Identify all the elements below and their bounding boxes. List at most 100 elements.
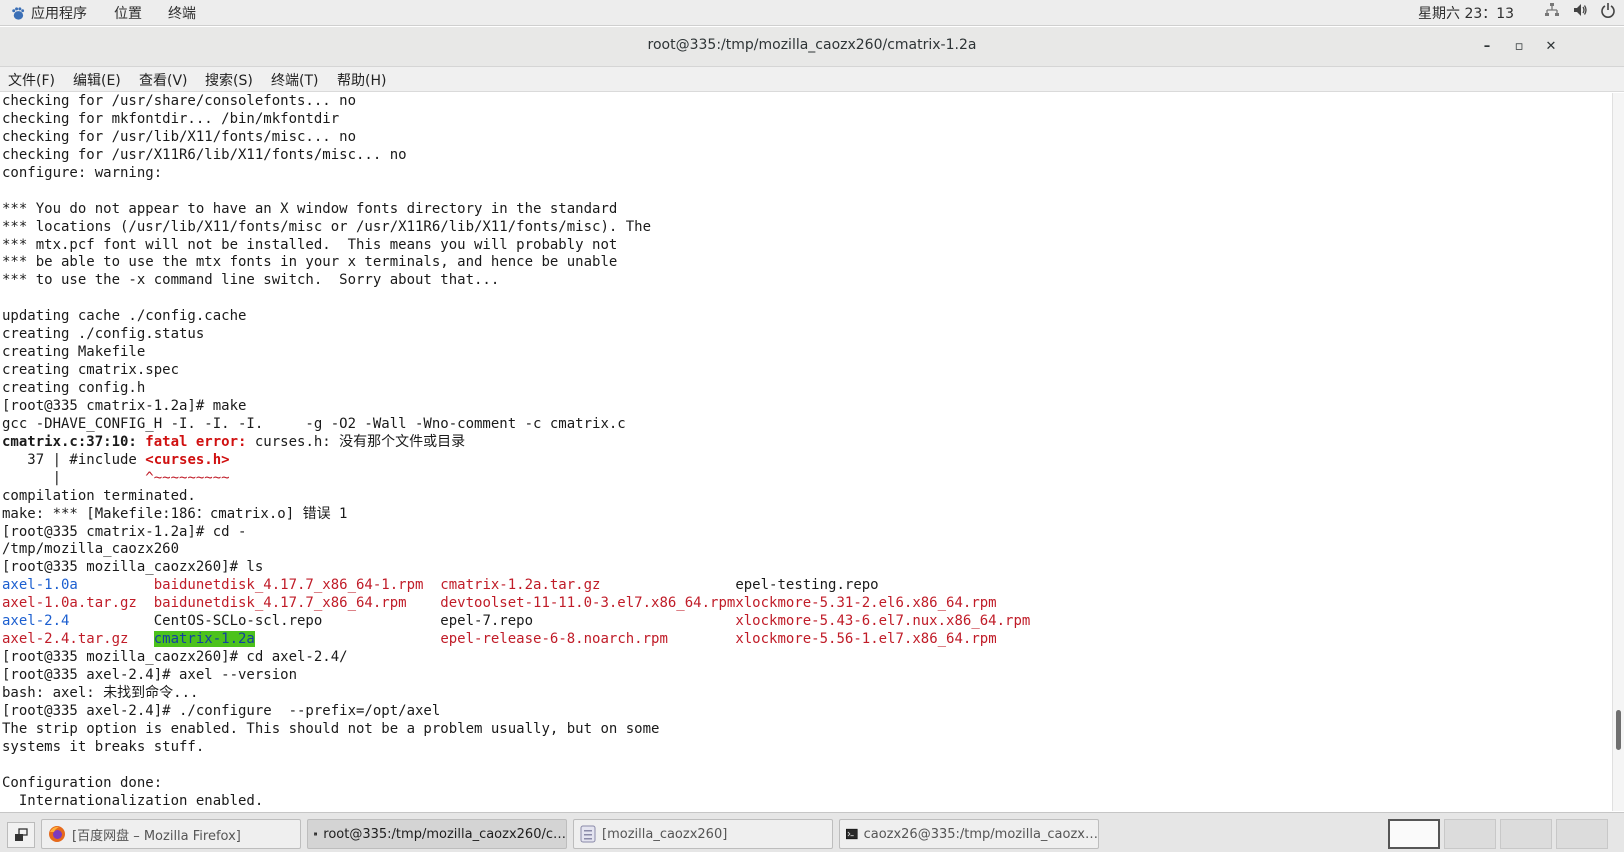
terminal-line: *** You do not appear to have an X windo… <box>2 201 617 217</box>
terminal-scrollbar[interactable] <box>1612 93 1624 811</box>
window-title: root@335:/tmp/mozilla_caozx260/cmatrix-1… <box>647 37 977 53</box>
terminal-segment: creating ./config.status <box>2 326 205 343</box>
terminal-line: gcc -DHAVE_CONFIG_H -I. -I. -I. -g -O2 -… <box>2 416 626 432</box>
network-icon <box>1545 3 1559 16</box>
task-label: root@335:/tmp/mozilla_caozx260/c… <box>323 826 566 842</box>
terminal-line: make: *** [Makefile:186：cmatrix.o] 错误 1 <box>2 506 347 522</box>
terminal-segment: checking for /usr/X11R6/lib/X11/fonts/mi… <box>2 146 407 163</box>
workspace-2[interactable] <box>1444 819 1496 849</box>
terminal-segment: /tmp/mozilla_caozx260 <box>2 541 180 558</box>
menu-terminal[interactable]: 终端(T) <box>271 70 318 90</box>
terminal-line: | ^~~~~~~~~~ <box>2 470 230 486</box>
terminal-app-menu[interactable]: 终端 <box>168 3 196 23</box>
firefox-icon <box>49 826 65 842</box>
task-file-manager[interactable]: [mozilla_caozx260] <box>573 819 833 849</box>
terminal-segment: epel-7.repo <box>440 613 736 630</box>
scrollbar-thumb[interactable] <box>1616 710 1621 750</box>
menu-view[interactable]: 查看(V) <box>139 70 188 90</box>
terminal-line: 37 | #include <curses.h> <box>2 451 230 468</box>
terminal-line: configure: warning: <box>2 165 162 181</box>
terminal-segment: epel-release-6-8.noarch.rpm <box>440 631 736 648</box>
terminal-segment: compilation terminated. <box>2 487 196 504</box>
terminal-segment: xlockmore-5.56-1.el7.x86_64.rpm <box>735 631 997 648</box>
terminal-segment: gcc -DHAVE_CONFIG_H -I. -I. -I. -g -O2 -… <box>2 415 626 432</box>
terminal-line: axel-1.0a.tar.gz baidunetdisk_4.17.7_x86… <box>2 595 997 611</box>
menubar: 文件(F) 编辑(E) 查看(V) 搜索(S) 终端(T) 帮助(H) <box>0 67 1624 92</box>
terminal-line: /tmp/mozilla_caozx260 <box>2 541 179 557</box>
terminal-segment: [root@335 axel-2.4]# ./configure --prefi… <box>2 702 441 719</box>
terminal-segment: xlockmore-5.43-6.el7.nux.x86_64.rpm <box>735 613 1031 630</box>
system-tray[interactable] <box>1544 2 1616 18</box>
terminal-line: creating Makefile <box>2 344 145 360</box>
terminal-segment: curses.h: 没有那个文件或目录 <box>246 433 466 450</box>
terminal-line: *** locations (/usr/lib/X11/fonts/misc o… <box>2 219 651 235</box>
task-firefox[interactable]: [百度网盘 – Mozilla Firefox] <box>41 819 301 849</box>
terminal-segment: fatal error: <box>145 433 247 450</box>
task-label: [百度网盘 – Mozilla Firefox] <box>72 828 241 844</box>
terminal-line: compilation terminated. <box>2 488 196 504</box>
terminal-segment: epel-testing.repo <box>735 577 879 594</box>
terminal-segment: Internationalization enabled. <box>2 792 264 809</box>
task-terminal-user[interactable]: caozx26@335:/tmp/mozilla_caozx… <box>839 819 1099 849</box>
close-button[interactable]: ✕ <box>1540 36 1562 58</box>
terminal-line: Internationalization enabled. <box>2 793 263 809</box>
gnome-foot-icon <box>12 6 25 20</box>
terminal-segment: updating cache ./config.cache <box>2 308 247 325</box>
workspace-3[interactable] <box>1500 819 1552 849</box>
terminal-line: [root@335 cmatrix-1.2a]# make <box>2 398 246 414</box>
terminal-segment: systems it breaks stuff. <box>2 738 205 755</box>
menu-help[interactable]: 帮助(H) <box>337 70 386 90</box>
terminal-segment: | <box>2 469 146 486</box>
terminal-segment: creating Makefile <box>2 344 146 361</box>
terminal-line: bash: axel: 未找到命令... <box>2 685 198 701</box>
terminal-segment: checking for /usr/share/consolefonts... … <box>2 93 357 109</box>
menu-edit[interactable]: 编辑(E) <box>73 70 121 90</box>
terminal-segment: CentOS-SCLo-scl.repo <box>153 613 441 630</box>
terminal-segment: [root@335 mozilla_caozx260]# ls <box>2 559 264 576</box>
terminal-output[interactable]: checking for /usr/share/consolefonts... … <box>0 93 1612 811</box>
places-menu[interactable]: 位置 <box>114 3 142 23</box>
terminal-segment: 37 | #include <box>2 451 146 468</box>
terminal-segment: baidunetdisk_4.17.7_x86_64-1.rpm <box>153 577 441 594</box>
terminal-segment: cmatrix-1.2a.tar.gz <box>440 577 736 594</box>
power-icon <box>1601 3 1615 18</box>
terminal-segment: [root@335 cmatrix-1.2a]# cd - <box>2 523 247 540</box>
terminal-line: checking for mkfontdir... /bin/mkfontdir <box>2 111 339 127</box>
workspace-4[interactable] <box>1556 819 1608 849</box>
terminal-segment: *** to use the -x command line switch. S… <box>2 272 500 289</box>
task-label: [mozilla_caozx260] <box>602 826 728 842</box>
terminal-line: [root@335 mozilla_caozx260]# cd axel-2.4… <box>2 649 348 665</box>
applications-menu[interactable]: 应用程序 <box>10 3 87 23</box>
maximize-button[interactable]: ▫ <box>1508 36 1530 58</box>
terminal-segment: cmatrix-1.2a <box>153 631 255 648</box>
terminal-line: *** be able to use the mtx fonts in your… <box>2 254 617 270</box>
terminal-segment: Configuration done: <box>2 774 163 791</box>
show-desktop-icon <box>15 828 28 841</box>
show-desktop-button[interactable] <box>7 822 35 848</box>
terminal-segment: <curses.h> <box>145 451 230 468</box>
terminal-line: creating ./config.status <box>2 326 204 342</box>
terminal-segment: creating config.h <box>2 380 146 396</box>
terminal-segment: checking for mkfontdir... /bin/mkfontdir <box>2 110 340 127</box>
window-titlebar[interactable]: root@335:/tmp/mozilla_caozx260/cmatrix-1… <box>0 27 1624 67</box>
terminal-line: creating cmatrix.spec <box>2 362 179 378</box>
terminal-line: systems it breaks stuff. <box>2 739 204 755</box>
volume-icon <box>1574 4 1587 16</box>
terminal-line: *** mtx.pcf font will not be installed. … <box>2 237 617 253</box>
menu-search[interactable]: 搜索(S) <box>205 70 253 90</box>
terminal-text: checking for /usr/share/consolefonts... … <box>0 93 1612 811</box>
task-terminal-root[interactable]: root@335:/tmp/mozilla_caozx260/c… <box>307 819 567 849</box>
terminal-line: creating config.h <box>2 380 145 396</box>
clock[interactable]: 星期六 23：13 <box>1418 3 1514 23</box>
terminal-segment <box>255 631 440 647</box>
taskbar: [百度网盘 – Mozilla Firefox] root@335:/tmp/m… <box>0 812 1624 852</box>
terminal-segment: bash: axel: 未找到命令... <box>2 684 199 701</box>
terminal-segment: The strip option is enabled. This should… <box>2 720 660 737</box>
menu-file[interactable]: 文件(F) <box>8 70 55 90</box>
terminal-line: checking for /usr/share/consolefonts... … <box>2 93 356 109</box>
applications-menu-label: 应用程序 <box>31 6 87 22</box>
minimize-button[interactable]: – <box>1476 36 1498 58</box>
terminal-line: [root@335 cmatrix-1.2a]# cd - <box>2 524 246 540</box>
terminal-segment: axel-2.4.tar.gz <box>2 631 154 648</box>
workspace-1[interactable] <box>1388 819 1440 849</box>
